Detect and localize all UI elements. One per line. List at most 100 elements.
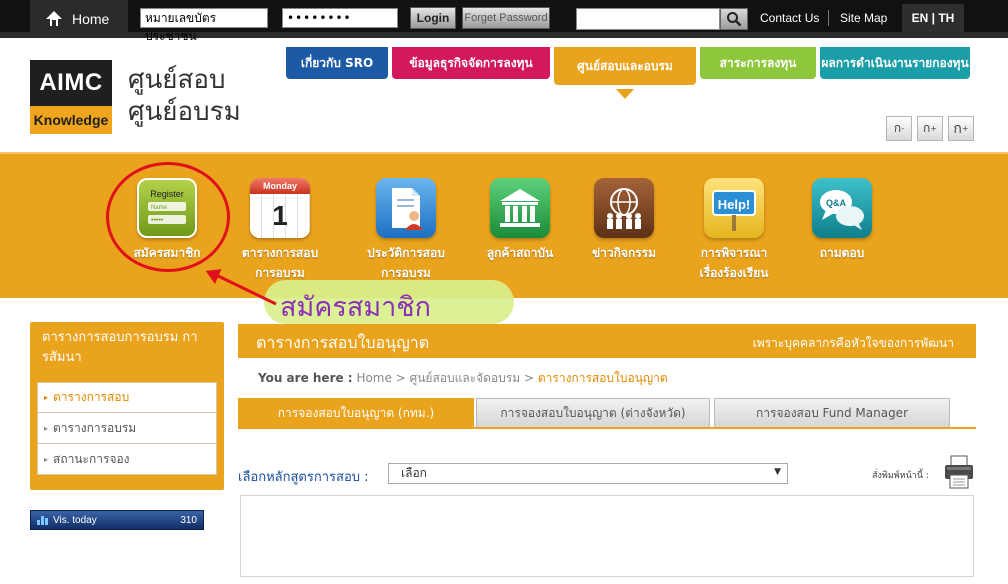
- sidebar-item-training-schedule[interactable]: ▸ ตารางการอบรม: [37, 413, 217, 444]
- quick-menu-news[interactable]: ข่าวกิจกรรม: [572, 178, 676, 263]
- sidebar-list: ▸ ตารางการสอบ ▸ ตารางการอบรม ▸ สถานะการจอง: [37, 382, 217, 475]
- printer-icon[interactable]: [944, 455, 974, 489]
- nav-tab-label: เกี่ยวกับ SRO: [300, 55, 374, 70]
- breadcrumb: You are here : Home > ศูนย์สอบและจัดอบรม…: [258, 369, 668, 388]
- quick-menu-label-line1: การพิจารณา: [700, 246, 768, 260]
- quick-menu-label: ลูกค้าสถาบัน: [487, 243, 554, 263]
- sidebar: ตารางการสอบการอบรม การสัมนา ▸ ตารางการสอบ…: [30, 322, 224, 490]
- institution-icon: [490, 178, 550, 238]
- annotation-arrow-icon: [205, 269, 277, 306]
- login-button[interactable]: Login: [410, 7, 456, 29]
- tab-underline: [238, 427, 976, 429]
- page-title: ตารางการสอบใบอนุญาต: [256, 333, 430, 352]
- top-divider: [828, 10, 829, 26]
- annotation-text: สมัครสมาชิก: [280, 292, 431, 323]
- site-title-line1: ศูนย์สอบ: [128, 65, 226, 95]
- sidebar-item-label: ตารางการสอบ: [53, 390, 130, 404]
- course-select-label: เลือกหลักสูตรการสอบ :: [238, 470, 369, 485]
- quick-menu-label-line1: ตารางการสอบ: [241, 246, 319, 260]
- quick-menu-label-line1: ลูกค้าสถาบัน: [486, 246, 554, 260]
- page-slogan: เพราะบุคคลากรคือหัวใจของการพัฒนา: [752, 336, 954, 350]
- quick-menu-qa[interactable]: Q&A ถามตอบ: [790, 178, 894, 263]
- nav-tab-investment-knowledge[interactable]: สาระการลงทุน: [700, 47, 816, 79]
- nav-tab-about-sro[interactable]: เกี่ยวกับ SRO: [286, 47, 388, 79]
- font-btn-letter: ก: [923, 121, 931, 135]
- breadcrumb-separator: >: [395, 371, 406, 385]
- nav-tab-label: สาระการลงทุน: [719, 55, 797, 70]
- help-sign-text: Help!: [718, 197, 751, 212]
- breadcrumb-current: ตารางการสอบใบอนุญาต: [537, 371, 668, 385]
- quick-menu-label: ข่าวกิจกรรม: [592, 243, 656, 263]
- sidebar-item-label: สถานะการจอง: [53, 451, 130, 466]
- qa-icon-text: Q&A: [826, 198, 847, 208]
- quick-menu-label-line1: ประวัติการสอบ: [367, 246, 445, 260]
- sidebar-title: ตารางการสอบการอบรม การสัมนา: [42, 330, 198, 365]
- nav-tab-label: ผลการดำเนินงานรายกองทุน: [821, 55, 969, 70]
- bullet-icon: ▸: [44, 423, 49, 433]
- tab-label: การจองสอบใบอนุญาต (ต่างจังหวัด): [500, 405, 686, 420]
- logo-aimc-text: AIMC: [30, 60, 112, 106]
- exam-results-panel: [240, 495, 974, 577]
- nav-tab-label: ศูนย์สอบและอบรม: [577, 58, 673, 73]
- calendar-icon: Monday 1: [250, 178, 310, 238]
- quick-menu-history[interactable]: ประวัติการสอบ การอบรม: [354, 178, 458, 283]
- dropdown-arrow-icon: ▼: [774, 467, 781, 477]
- search-input[interactable]: [576, 8, 720, 30]
- site-title-line2: ศูนย์อบรม: [128, 97, 241, 127]
- sidebar-item-exam-schedule[interactable]: ▸ ตารางการสอบ: [37, 382, 217, 413]
- quick-menu-label: การพิจารณา เรื่องร้องเรียน: [700, 243, 769, 283]
- breadcrumb-prefix: You are here :: [258, 371, 353, 385]
- quick-menu-complaints[interactable]: Help! การพิจารณา เรื่องร้องเรียน: [682, 178, 786, 283]
- quick-menu-label-line2: เรื่องร้องเรียน: [699, 266, 769, 280]
- highlight-circle: [106, 162, 230, 272]
- home-arrow-icon: [46, 11, 62, 26]
- quick-menu-institutional[interactable]: ลูกค้าสถาบัน: [468, 178, 572, 263]
- globe-people-icon: [594, 178, 654, 238]
- nav-tab-business-info[interactable]: ข้อมูลธุรกิจจัดการลงทุน: [392, 47, 550, 79]
- print-label: สั่งพิมพ์หน้านี้ :: [872, 471, 929, 481]
- course-select-value: เลือก: [401, 466, 427, 480]
- calendar-date-number: 1: [250, 194, 310, 238]
- breadcrumb-separator: >: [523, 371, 535, 385]
- quick-menu-label-line1: ถามตอบ: [819, 246, 865, 260]
- tab-provincial-exam[interactable]: การจองสอบใบอนุญาต (ต่างจังหวัด): [476, 398, 710, 427]
- bar-chart-icon: [37, 515, 48, 525]
- visitor-counter-value: 310: [180, 514, 197, 526]
- qa-chat-icon: Q&A: [812, 178, 872, 238]
- citizen-id-input[interactable]: หมายเลขบัตรประชาชน: [140, 8, 268, 43]
- font-decrease-button[interactable]: ก-: [886, 116, 912, 141]
- tab-bangkok-exam[interactable]: การจองสอบใบอนุญาต (กทม.): [238, 398, 474, 427]
- course-select-dropdown[interactable]: เลือก ▼: [388, 463, 788, 484]
- search-button[interactable]: [720, 8, 748, 30]
- aimc-logo[interactable]: AIMC Knowledge: [30, 60, 112, 134]
- font-increase-button[interactable]: ก +: [948, 116, 974, 141]
- visitor-counter-label: Vis. today: [53, 514, 97, 526]
- tab-fund-manager-exam[interactable]: การจองสอบ Fund Manager: [714, 398, 950, 427]
- font-btn-letter: ก: [953, 120, 962, 137]
- site-map-link[interactable]: Site Map: [840, 11, 887, 25]
- font-normal-button[interactable]: ก +: [917, 116, 943, 141]
- site-title: ศูนย์สอบ ศูนย์อบรม: [128, 64, 241, 128]
- font-btn-sign: +: [930, 124, 937, 133]
- nav-tab-exam-center[interactable]: ศูนย์สอบและอบรม: [554, 47, 696, 85]
- home-button[interactable]: Home: [30, 0, 128, 38]
- search-icon: [727, 12, 742, 27]
- bullet-icon: ▸: [44, 454, 49, 464]
- font-btn-sign: -: [901, 124, 905, 133]
- contact-us-link[interactable]: Contact Us: [760, 11, 819, 25]
- active-tab-pointer: [616, 89, 634, 99]
- breadcrumb-home[interactable]: Home: [356, 371, 391, 385]
- breadcrumb-exam-center[interactable]: ศูนย์สอบและจัดอบรม: [410, 371, 521, 385]
- visitor-counter: Vis. today 310: [30, 510, 204, 530]
- nav-tab-fund-performance[interactable]: ผลการดำเนินงานรายกองทุน: [820, 47, 970, 79]
- font-btn-sign: +: [961, 124, 969, 133]
- quick-menu-label: ถามตอบ: [820, 243, 865, 263]
- password-input[interactable]: ••••••••: [282, 8, 398, 28]
- bullet-icon: ▸: [44, 393, 49, 402]
- language-switch[interactable]: EN | TH: [902, 4, 964, 32]
- sidebar-item-booking-status[interactable]: ▸ สถานะการจอง: [37, 444, 217, 475]
- quick-menu-label-line1: ข่าวกิจกรรม: [591, 246, 657, 260]
- home-label: Home: [72, 11, 110, 27]
- forgot-password-button[interactable]: Forget Password: [462, 7, 550, 29]
- top-bar: Home หมายเลขบัตรประชาชน •••••••• Login F…: [0, 0, 1008, 43]
